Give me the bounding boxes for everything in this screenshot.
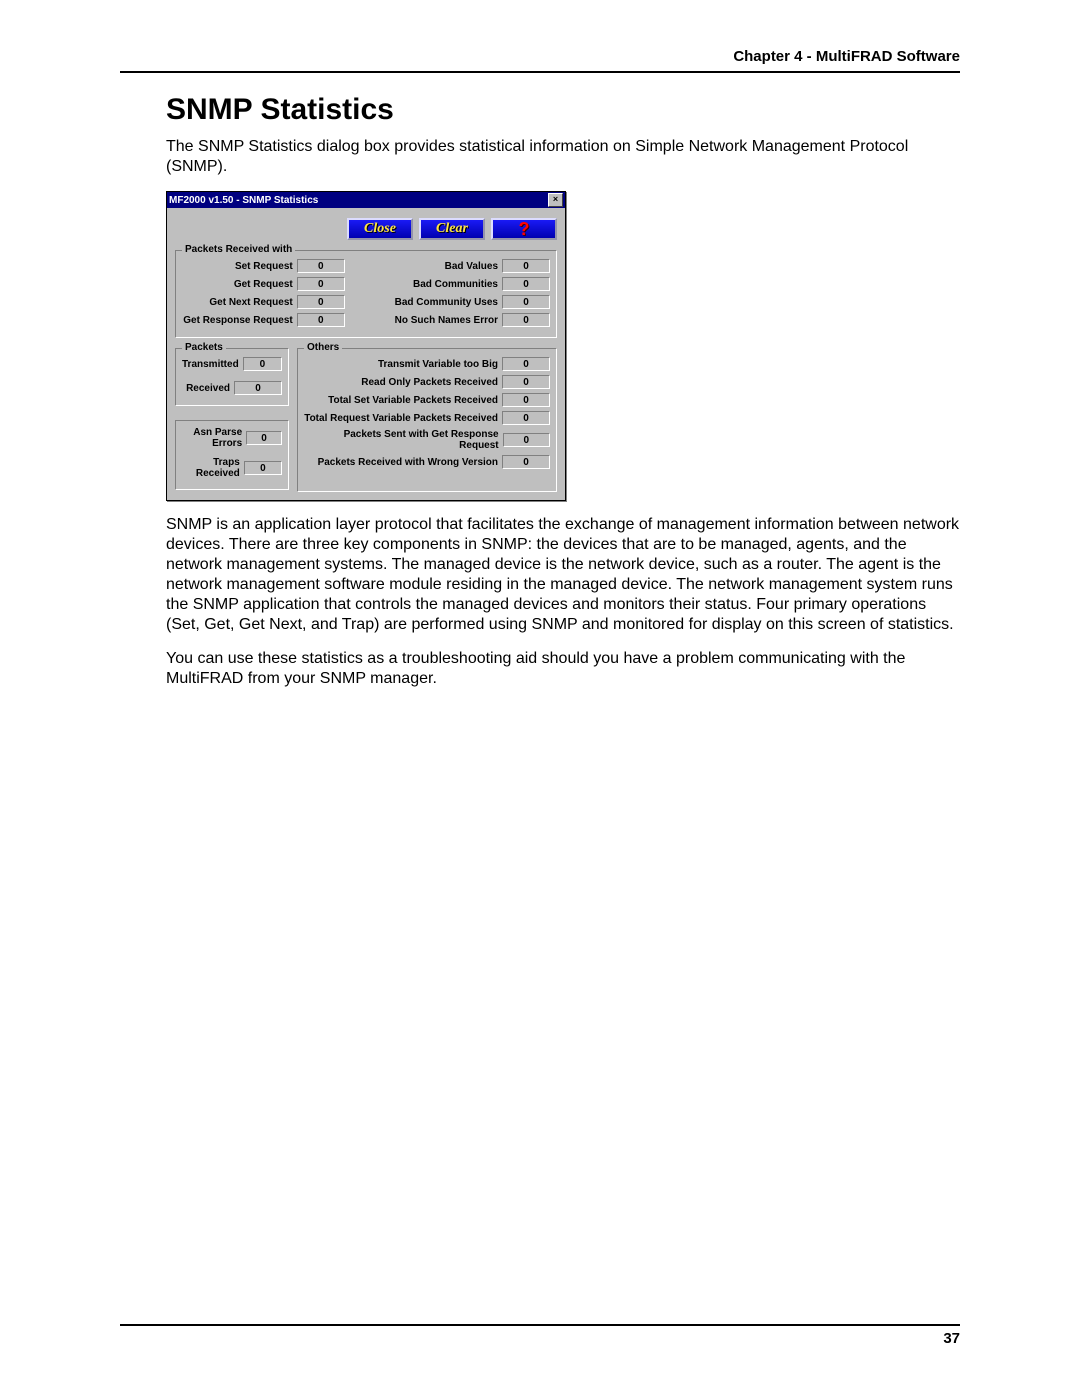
stat-row: Total Set Variable Packets Received 0 (304, 393, 550, 407)
stat-row: Packets Sent with Get Response Request 0 (304, 429, 550, 451)
stat-value: 0 (502, 375, 550, 389)
stat-row: Packets Received with Wrong Version 0 (304, 455, 550, 469)
snmp-statistics-dialog: MF2000 v1.50 - SNMP Statistics × Close C… (166, 191, 566, 501)
stat-value: 0 (297, 259, 345, 273)
group-packets-received-with: Packets Received with Set Request 0 Get … (175, 250, 557, 338)
stat-label: Received (186, 383, 234, 394)
stat-row: Total Request Variable Packets Received … (304, 411, 550, 425)
stat-label: Bad Values (445, 261, 502, 272)
stat-value: 0 (502, 277, 550, 291)
stat-label: Bad Community Uses (395, 297, 502, 308)
page: Chapter 4 - MultiFRAD Software SNMP Stat… (0, 0, 1080, 1397)
stat-value: 0 (502, 357, 550, 371)
stat-label: Bad Communities (413, 279, 502, 290)
chapter-header: Chapter 4 - MultiFRAD Software (120, 48, 960, 73)
stat-label: No Such Names Error (395, 315, 502, 326)
intro-paragraph: The SNMP Statistics dialog box provides … (166, 137, 960, 177)
stat-row: Transmit Variable too Big 0 (304, 357, 550, 371)
stat-label: Read Only Packets Received (361, 377, 502, 388)
clear-button-label: Clear (436, 221, 468, 237)
dialog-toolbar: Close Clear ? (167, 208, 565, 246)
stat-label: Packets Received with Wrong Version (318, 457, 502, 468)
stat-row: Set Request 0 (182, 259, 345, 273)
stat-value: 0 (502, 295, 550, 309)
close-button[interactable]: Close (347, 218, 413, 240)
stat-label: Get Next Request (209, 297, 296, 308)
stat-row: Get Next Request 0 (182, 295, 345, 309)
stat-row: Received 0 (182, 381, 282, 395)
page-number: 37 (943, 1330, 960, 1347)
group-packets: Packets Transmitted 0 Received 0 (175, 348, 289, 406)
stat-row: Get Response Request 0 (182, 313, 345, 327)
body-paragraph-1: SNMP is an application layer protocol th… (166, 515, 960, 635)
group-legend: Packets Received with (182, 244, 295, 255)
dialog-title: MF2000 v1.50 - SNMP Statistics (169, 195, 318, 206)
content-area: SNMP Statistics The SNMP Statistics dial… (166, 93, 960, 689)
stat-value: 0 (243, 357, 282, 371)
stat-label: Total Request Variable Packets Received (304, 413, 502, 424)
group-misc: Asn Parse Errors 0 Traps Received 0 (175, 420, 289, 490)
stat-row: Read Only Packets Received 0 (304, 375, 550, 389)
stat-row: Transmitted 0 (182, 357, 282, 371)
close-icon[interactable]: × (548, 193, 563, 207)
body-paragraph-2: You can use these statistics as a troubl… (166, 649, 960, 689)
stat-row: Bad Communities 0 (355, 277, 550, 291)
stat-value: 0 (297, 313, 345, 327)
stat-label: Traps Received (182, 457, 244, 479)
stat-value: 0 (502, 411, 550, 425)
stat-label: Transmit Variable too Big (378, 359, 502, 370)
dialog-titlebar: MF2000 v1.50 - SNMP Statistics × (167, 192, 565, 208)
stat-label: Set Request (235, 261, 297, 272)
stat-value: 0 (502, 455, 550, 469)
stat-label: Packets Sent with Get Response Request (304, 429, 503, 451)
group-legend: Packets (182, 342, 226, 353)
stat-value: 0 (502, 393, 550, 407)
stat-label: Get Request (234, 279, 297, 290)
stat-row: Bad Community Uses 0 (355, 295, 550, 309)
stat-row: Get Request 0 (182, 277, 345, 291)
stat-row: Bad Values 0 (355, 259, 550, 273)
lower-section: Packets Transmitted 0 Received 0 Asn Par… (167, 344, 565, 496)
stat-value: 0 (234, 381, 282, 395)
stat-value: 0 (246, 431, 282, 445)
stat-row: No Such Names Error 0 (355, 313, 550, 327)
clear-button[interactable]: Clear (419, 218, 485, 240)
stat-row: Traps Received 0 (182, 457, 282, 479)
stat-label: Asn Parse Errors (182, 427, 246, 449)
stat-label: Get Response Request (183, 315, 296, 326)
group-others: Others Transmit Variable too Big 0 Read … (297, 348, 557, 492)
stat-label: Transmitted (182, 359, 243, 370)
stat-value: 0 (502, 313, 550, 327)
stat-value: 0 (297, 295, 345, 309)
stat-row: Asn Parse Errors 0 (182, 427, 282, 449)
stat-value: 0 (502, 259, 550, 273)
stat-value: 0 (503, 433, 550, 447)
stat-value: 0 (244, 461, 282, 475)
section-title: SNMP Statistics (166, 93, 960, 127)
page-footer: 37 (120, 1324, 960, 1347)
help-button[interactable]: ? (491, 218, 557, 240)
group-legend: Others (304, 342, 342, 353)
close-button-label: Close (364, 221, 396, 237)
stat-value: 0 (297, 277, 345, 291)
help-icon: ? (519, 219, 530, 240)
stat-label: Total Set Variable Packets Received (328, 395, 502, 406)
